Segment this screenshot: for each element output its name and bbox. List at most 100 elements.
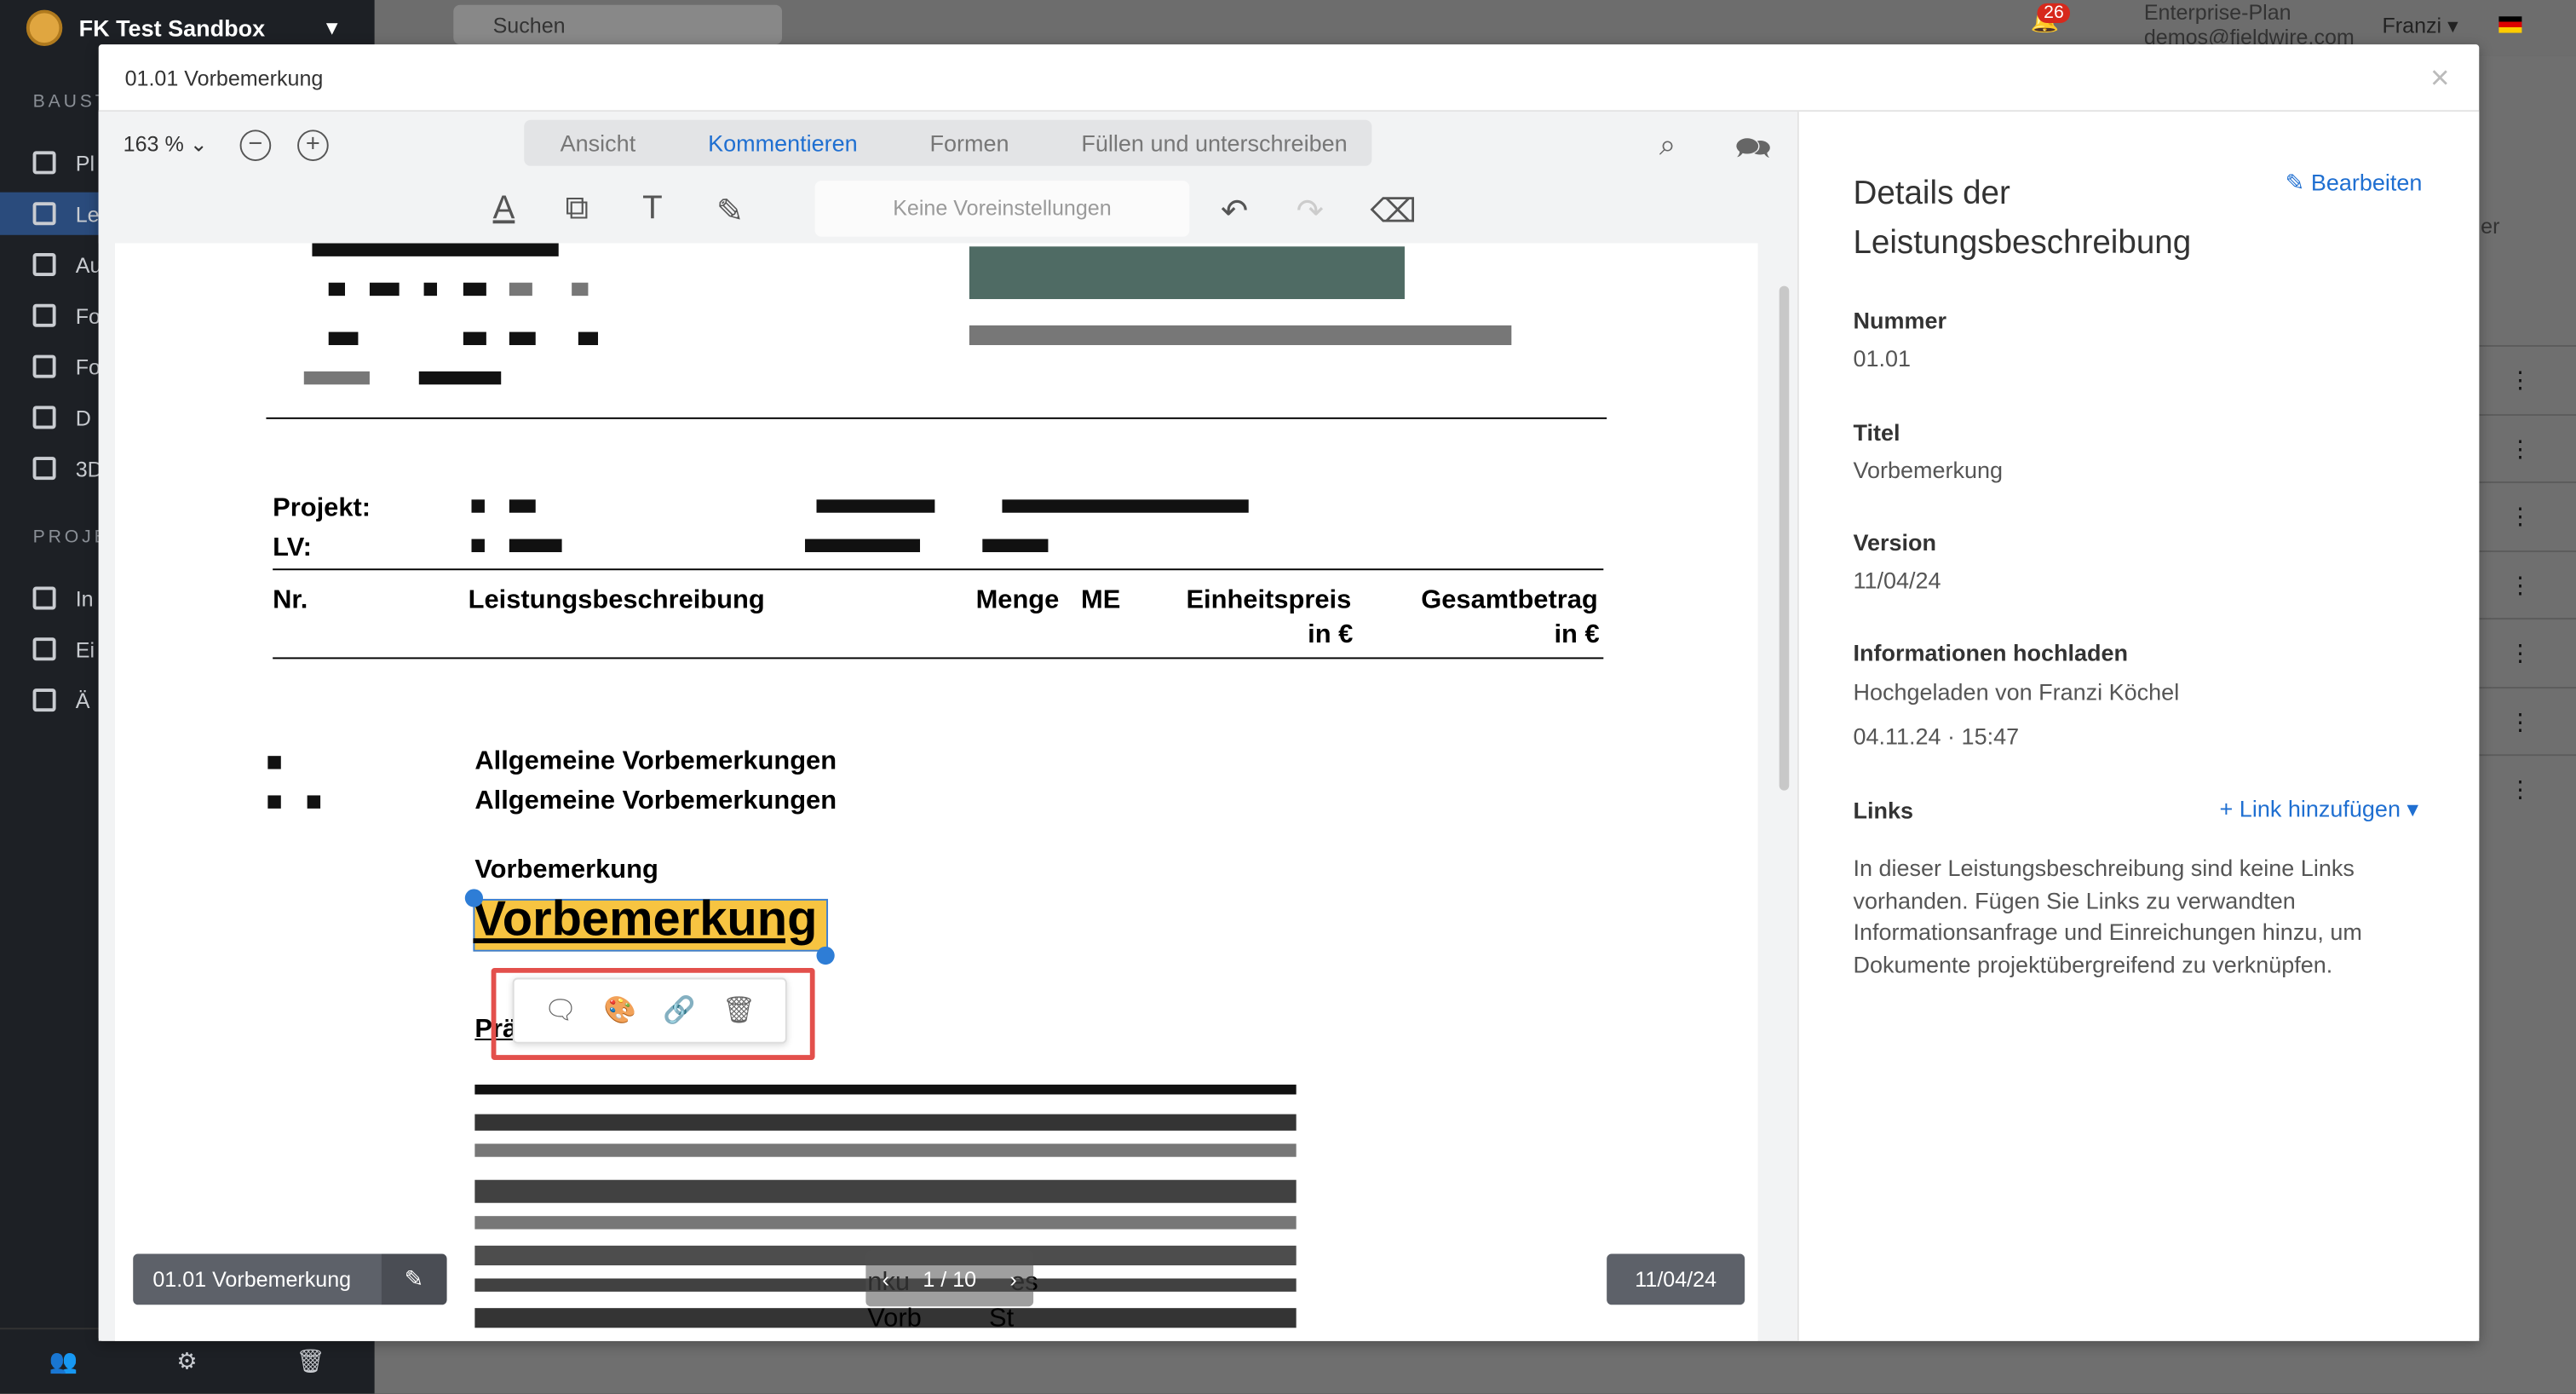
close-icon[interactable]: × bbox=[2430, 60, 2450, 98]
sidebar-item-label: Pl bbox=[75, 150, 95, 176]
language-flag-icon[interactable] bbox=[2498, 16, 2522, 33]
sheet-name-badge: 01.01 Vorbemerkung bbox=[133, 1253, 382, 1305]
cube-icon bbox=[32, 457, 56, 481]
notification-badge: 26 bbox=[2037, 3, 2071, 24]
zoom-out-icon[interactable]: − bbox=[239, 130, 272, 162]
search-input[interactable]: Suchen bbox=[453, 4, 783, 45]
tab-ansicht[interactable]: Ansicht bbox=[524, 130, 671, 156]
lv-label: LV: bbox=[273, 533, 312, 562]
more-icon[interactable]: ⋮ bbox=[2509, 775, 2532, 804]
viewer-toolbar: 163 % ⌄ − + Ansicht Kommentieren Formen … bbox=[98, 112, 1797, 178]
edit-button[interactable]: ✎ Bearbeiten bbox=[2286, 170, 2423, 198]
edit-button-label: Bearbeiten bbox=[2310, 169, 2423, 196]
col-description: Leistungsbeschreibung bbox=[468, 586, 765, 615]
sidebar-item-label: Ei bbox=[75, 637, 95, 662]
pencil-icon[interactable]: ✎ bbox=[381, 1253, 447, 1305]
zoom-value: 163 % bbox=[123, 131, 184, 157]
pen-icon[interactable]: ✎ bbox=[716, 191, 744, 232]
tab-fill-sign[interactable]: Füllen und unterschreiben bbox=[1045, 130, 1383, 156]
undo-icon[interactable]: ↶ bbox=[1221, 191, 1248, 232]
title-label: Titel bbox=[1853, 418, 1900, 446]
add-link-label: + Link hinzufügen bbox=[2219, 795, 2401, 822]
pdf-viewer: 163 % ⌄ − + Ansicht Kommentieren Formen … bbox=[98, 112, 1797, 1341]
page-navigator: ‹ 1 / 10 › bbox=[865, 1250, 1034, 1307]
callout-highlight-box bbox=[491, 967, 815, 1060]
version-badge[interactable]: 11/04/24 bbox=[1607, 1253, 1745, 1305]
more-icon[interactable]: ⋮ bbox=[2509, 572, 2532, 600]
links-label: Links bbox=[1853, 797, 1914, 824]
title-value: Vorbemerkung bbox=[1853, 457, 2004, 484]
preset-select[interactable]: Keine Voreinstellungen bbox=[814, 181, 1190, 237]
col-quantity: Menge bbox=[975, 586, 1060, 615]
number-label: Nummer bbox=[1853, 307, 1946, 334]
table-row[interactable]: ⋮ bbox=[2472, 414, 2576, 480]
add-link-button[interactable]: + Link hinzufügen ▾ bbox=[2220, 795, 2418, 823]
table-row[interactable]: ⋮ bbox=[2472, 687, 2576, 752]
more-icon[interactable]: ⋮ bbox=[2509, 639, 2532, 667]
details-panel: Details der Leistungsbeschreibung ✎ Bear… bbox=[1797, 112, 2480, 1341]
version-value: 11/04/24 bbox=[1853, 567, 1941, 594]
table-row[interactable]: ⋮ bbox=[2472, 481, 2576, 547]
screen-root: FK Test Sandbox ▼ BAUST Pl Le Au Fo Fo D… bbox=[0, 0, 2576, 1394]
table-row[interactable]: ⋮ bbox=[2472, 550, 2576, 616]
highlighted-text[interactable]: Vorbemerkung bbox=[473, 892, 817, 948]
more-icon[interactable]: ⋮ bbox=[2509, 366, 2532, 395]
col-nr: Nr. bbox=[273, 586, 308, 615]
free-text-icon[interactable]: T bbox=[642, 191, 663, 228]
pdf-page[interactable]: Projekt: LV: Nr. Leistungsbeschreibung M… bbox=[115, 243, 1758, 1341]
text-highlight-icon[interactable]: A bbox=[493, 191, 515, 228]
prev-page-icon[interactable]: ‹ bbox=[883, 1266, 889, 1291]
sidebar-item-label: Fo bbox=[75, 302, 101, 328]
col-unit: ME bbox=[1081, 586, 1121, 615]
zoom-select[interactable]: 163 % ⌄ bbox=[124, 131, 208, 158]
table-row[interactable]: ⋮ bbox=[2472, 345, 2576, 411]
sidebar-item-label: Fo bbox=[75, 354, 101, 379]
upload-label: Informationen hochladen bbox=[1853, 639, 2128, 666]
comments-icon[interactable]: 🗪 bbox=[1735, 128, 1772, 177]
sidebar-item-label: In bbox=[75, 585, 94, 611]
zoom-in-icon[interactable]: + bbox=[297, 130, 329, 162]
brand-name: FK Test Sandbox bbox=[78, 14, 266, 42]
details-title: Details der Leistungsbeschreibung bbox=[1853, 176, 2192, 262]
number-value: 01.01 bbox=[1853, 345, 1912, 372]
brand-logo bbox=[26, 9, 63, 47]
modal-title: 01.01 Vorbemerkung bbox=[124, 65, 324, 90]
trash-icon[interactable]: 🗑 bbox=[296, 1347, 325, 1375]
selection-handle-end[interactable] bbox=[816, 946, 835, 965]
selection-handle-start[interactable] bbox=[464, 889, 484, 907]
table-row[interactable]: ⋮ bbox=[2472, 618, 2576, 683]
sidebar-item-label: D bbox=[75, 405, 91, 430]
viewer-scrollbar[interactable] bbox=[1779, 285, 1790, 791]
doc-heading: Allgemeine Vorbemerkungen bbox=[474, 747, 837, 776]
user-menu[interactable]: Franzi ▾ bbox=[2382, 13, 2458, 39]
tab-kommentieren[interactable]: Kommentieren bbox=[672, 130, 894, 156]
links-empty-text: In dieser Leistungsbeschreibung sind kei… bbox=[1853, 854, 2362, 977]
search-icon[interactable]: ⌕ bbox=[1659, 128, 1676, 163]
table-row[interactable]: ⋮ bbox=[2472, 754, 2576, 820]
tab-formen[interactable]: Formen bbox=[894, 130, 1045, 156]
eraser-icon[interactable]: ⌫ bbox=[1370, 191, 1417, 232]
doc-subheading: Vorbemerkung bbox=[474, 855, 658, 884]
info-icon bbox=[32, 586, 56, 610]
more-icon[interactable]: ⋮ bbox=[2509, 708, 2532, 736]
people-icon[interactable]: 👥 bbox=[49, 1347, 78, 1375]
camera-icon bbox=[32, 688, 56, 712]
sidebar-item-label: Ä bbox=[75, 688, 90, 713]
col-total: Gesamtbetrag bbox=[1421, 586, 1598, 615]
col-unit-price-currency: in € bbox=[1308, 621, 1354, 649]
sidebar-item-label: Le bbox=[75, 201, 100, 227]
chevron-down-icon: ▼ bbox=[322, 16, 342, 40]
redo-icon[interactable]: ↷ bbox=[1297, 191, 1324, 232]
plan-info: Enterprise-Plan demos@fieldwire.com bbox=[2144, 0, 2355, 49]
specifications-icon bbox=[32, 202, 56, 226]
text-box-icon[interactable]: ⧉ bbox=[565, 191, 589, 228]
clipboard-icon bbox=[32, 354, 56, 378]
more-icon[interactable]: ⋮ bbox=[2509, 435, 2532, 464]
doc-heading: Allgemeine Vorbemerkungen bbox=[474, 786, 837, 815]
project-label: Projekt: bbox=[273, 494, 371, 523]
gear-icon[interactable]: ⚙ bbox=[176, 1347, 197, 1375]
upload-value: Hochgeladen von Franzi Köchel bbox=[1853, 678, 2180, 706]
next-page-icon[interactable]: › bbox=[1009, 1266, 1016, 1291]
doc-partial-text: St bbox=[989, 1305, 1015, 1334]
more-icon[interactable]: ⋮ bbox=[2509, 503, 2532, 531]
